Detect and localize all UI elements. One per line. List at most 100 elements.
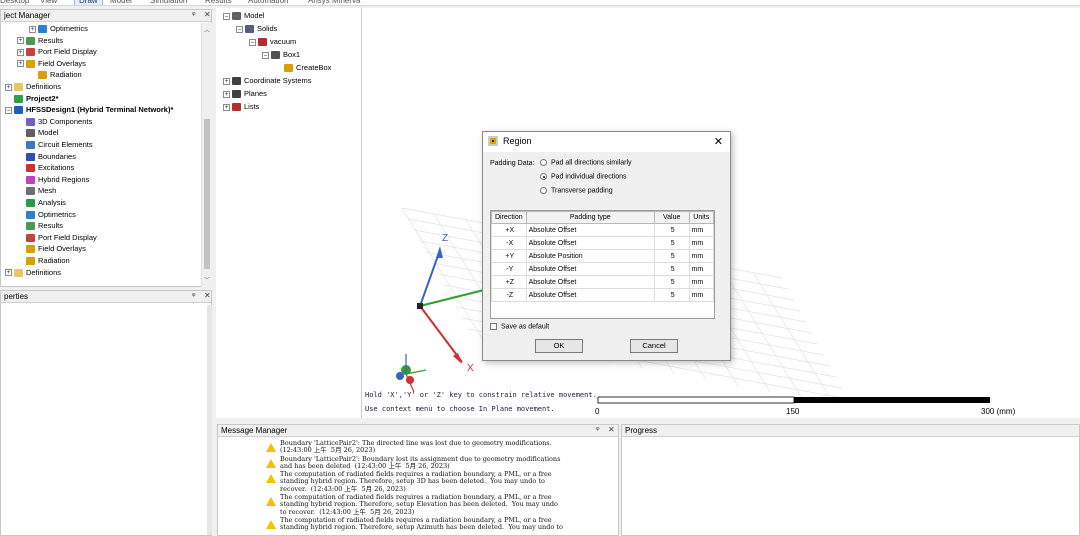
project-tree-item[interactable]: Analysis (17, 197, 66, 208)
project-tree-item[interactable]: Field Overlays (17, 243, 86, 254)
ribbon-tab-results[interactable]: Results (205, 0, 232, 5)
model-tree-item[interactable]: + Planes (223, 88, 267, 99)
pin-icon[interactable]: ᵠ (192, 291, 196, 300)
project-tree-item[interactable]: + Optimetrics (29, 23, 88, 34)
column-header[interactable]: Direction (491, 211, 527, 224)
close-icon[interactable]: ✕ (204, 10, 211, 19)
project-tree-item[interactable]: Model (17, 127, 58, 138)
units-cell[interactable]: mm (688, 275, 715, 289)
collapse-icon[interactable]: − (262, 51, 269, 59)
project-tree-item[interactable]: Results (17, 220, 63, 231)
message-text[interactable]: The computation of radiated fields requi… (280, 493, 610, 516)
project-tree-scrollbar[interactable]: ︿ ﹀ (201, 23, 212, 287)
model-tree-item[interactable]: CreateBox (275, 62, 331, 73)
radio-button[interactable] (540, 173, 547, 180)
project-tree-item[interactable]: + Port Field Display (17, 46, 97, 57)
ok-button[interactable]: OK (535, 339, 583, 353)
expand-icon[interactable]: + (5, 269, 12, 277)
project-tree-item[interactable]: + Definitions (5, 267, 61, 278)
ribbon-tab-draw[interactable]: Draw (74, 0, 103, 5)
padding-type-cell[interactable]: Absolute Offset (525, 262, 655, 276)
ribbon-tab-view[interactable]: View (40, 0, 57, 5)
collapse-icon[interactable]: − (249, 38, 256, 46)
padding-row[interactable]: -Y Absolute Offset 5 mm (491, 262, 715, 276)
expand-icon[interactable]: + (17, 48, 24, 56)
project-tree-item[interactable]: Boundaries (17, 151, 76, 162)
expand-icon[interactable]: + (223, 103, 230, 111)
message-text[interactable]: The computation of radiated fields requi… (280, 471, 610, 493)
units-cell[interactable]: mm (688, 288, 715, 302)
value-cell[interactable]: 5 (653, 275, 690, 289)
padding-row[interactable]: +X Absolute Offset 5 mm (491, 223, 715, 237)
project-tree-item[interactable]: + Field Overlays (17, 58, 86, 69)
collapse-icon[interactable]: − (5, 106, 12, 114)
message-text[interactable]: Boundary 'LatticePair2': Boundary lost i… (280, 455, 610, 471)
project-tree-item[interactable]: Mesh (17, 185, 56, 196)
scroll-down-icon[interactable]: ﹀ (204, 275, 210, 284)
expand-icon[interactable]: + (223, 90, 230, 98)
padding-type-cell[interactable]: Absolute Position (525, 249, 655, 263)
collapse-icon[interactable]: − (223, 12, 230, 20)
units-cell[interactable]: mm (688, 236, 715, 250)
pin-icon[interactable]: ᵠ (596, 425, 600, 434)
project-tree-item[interactable]: Hybrid Regions (17, 174, 89, 185)
direction-cell[interactable]: +Y (491, 249, 527, 263)
expand-icon[interactable]: + (17, 60, 24, 68)
direction-cell[interactable]: -X (491, 236, 527, 250)
expand-icon[interactable]: + (5, 83, 12, 91)
padding-type-cell[interactable]: Absolute Offset (525, 288, 655, 302)
padding-option[interactable]: Transverse padding (540, 187, 613, 194)
value-cell[interactable]: 5 (653, 249, 690, 263)
close-icon[interactable]: ✕ (204, 291, 211, 300)
ribbon-tab-simulation[interactable]: Simulation (150, 0, 187, 5)
padding-row[interactable]: -X Absolute Offset 5 mm (491, 236, 715, 250)
project-tree-item[interactable]: + Results (17, 35, 63, 46)
units-cell[interactable]: mm (688, 262, 715, 276)
project-tree-item[interactable]: + Definitions (5, 81, 61, 92)
column-header[interactable]: Padding type (525, 211, 655, 224)
padding-row[interactable]: +Y Absolute Position 5 mm (491, 249, 715, 263)
model-tree-item[interactable]: + Lists (223, 101, 259, 112)
direction-cell[interactable]: +Z (491, 275, 527, 289)
value-cell[interactable]: 5 (653, 236, 690, 250)
pin-icon[interactable]: ᵠ (192, 10, 196, 19)
project-tree-item[interactable]: − HFSSDesign1 (Hybrid Terminal Network)* (5, 104, 173, 115)
padding-type-cell[interactable]: Absolute Offset (525, 223, 655, 237)
save-default-checkbox[interactable]: Save as default (490, 323, 549, 330)
padding-option[interactable]: Pad individual directions (540, 173, 627, 180)
message-text[interactable]: Boundary 'LatticePair2': The directed li… (280, 439, 610, 455)
direction-cell[interactable]: +X (491, 223, 527, 237)
project-tree-item[interactable]: 3D Components (17, 116, 92, 127)
project-tree-item[interactable]: Project2* (5, 93, 59, 104)
ribbon-tab-desktop[interactable]: Desktop (0, 0, 29, 5)
cancel-button[interactable]: Cancel (630, 339, 678, 353)
direction-cell[interactable]: -Z (491, 288, 527, 302)
model-tree-item[interactable]: + Coordinate Systems (223, 75, 312, 86)
radio-button[interactable] (540, 159, 547, 166)
value-cell[interactable]: 5 (653, 262, 690, 276)
direction-cell[interactable]: -Y (491, 262, 527, 276)
expand-icon[interactable]: + (17, 37, 24, 45)
close-icon[interactable]: ✕ (608, 425, 615, 434)
project-tree-item[interactable]: Excitations (17, 162, 74, 173)
model-tree-item[interactable]: − Model (223, 10, 264, 21)
value-cell[interactable]: 5 (653, 288, 690, 302)
radio-button[interactable] (540, 187, 547, 194)
project-tree-item[interactable]: Radiation (29, 69, 82, 80)
model-tree-item[interactable]: − Solids (236, 23, 277, 34)
value-cell[interactable]: 5 (653, 223, 690, 237)
checkbox-box[interactable] (490, 323, 497, 330)
column-header[interactable]: Value (653, 211, 690, 224)
padding-row[interactable]: -Z Absolute Offset 5 mm (491, 288, 715, 302)
scroll-thumb[interactable] (204, 119, 210, 269)
project-tree-item[interactable]: Radiation (17, 255, 70, 266)
collapse-icon[interactable]: − (236, 25, 243, 33)
padding-option[interactable]: Pad all directions similarly (540, 159, 632, 166)
padding-row[interactable]: +Z Absolute Offset 5 mm (491, 275, 715, 289)
expand-icon[interactable]: + (223, 77, 230, 85)
expand-icon[interactable]: + (29, 25, 36, 33)
padding-type-cell[interactable]: Absolute Offset (525, 236, 655, 250)
model-tree-item[interactable]: − Box1 (262, 49, 300, 60)
scroll-up-icon[interactable]: ︿ (204, 25, 210, 34)
column-header[interactable]: Units (688, 211, 715, 224)
